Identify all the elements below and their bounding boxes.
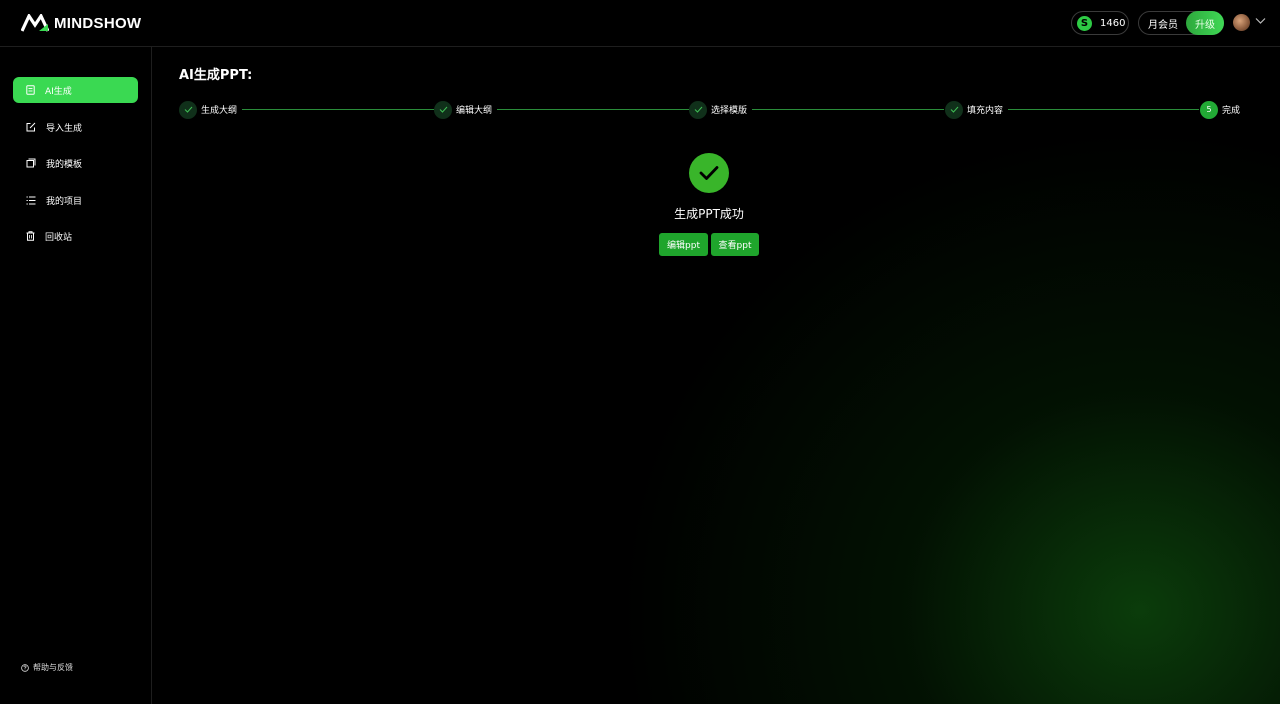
help-icon bbox=[21, 663, 29, 672]
sidebar-item-label: AI生成 bbox=[45, 86, 72, 97]
step-connector bbox=[494, 109, 689, 110]
membership-badge: 升级 月会员 升级 bbox=[1138, 11, 1224, 35]
help-feedback-link[interactable]: 帮助与反馈 bbox=[21, 662, 73, 673]
coin-icon: S bbox=[1077, 15, 1092, 31]
step-check-icon bbox=[945, 100, 963, 119]
step-label: 填充内容 bbox=[967, 106, 1004, 116]
trash-icon bbox=[26, 231, 35, 241]
step-connector bbox=[239, 109, 434, 110]
success-message: 生成PPT成功 bbox=[674, 207, 744, 221]
success-check-icon bbox=[689, 153, 729, 193]
sidebar-item-label: 我的项目 bbox=[46, 196, 83, 207]
logo-text: MINDSHOW bbox=[54, 14, 142, 32]
avatar[interactable] bbox=[1233, 14, 1250, 31]
edit-ppt-button[interactable]: 编辑ppt bbox=[659, 233, 708, 256]
coin-balance[interactable]: S 1460 bbox=[1071, 11, 1129, 35]
document-icon bbox=[26, 85, 35, 95]
sidebar-item-label: 导入生成 bbox=[46, 123, 83, 134]
step-number: 5 bbox=[1200, 100, 1218, 119]
page-title: AI生成PPT: bbox=[179, 68, 253, 83]
progress-steps: 生成大纲 编辑大纲 选择模版 填充内容 5 完成 bbox=[179, 100, 1241, 119]
step-connector bbox=[1004, 109, 1199, 110]
step-1: 生成大纲 bbox=[179, 100, 243, 119]
sidebar-item-trash[interactable]: 回收站 bbox=[13, 223, 138, 249]
sidebar-item-ai-generate[interactable]: AI生成 bbox=[13, 77, 138, 103]
sidebar-item-projects[interactable]: 我的项目 bbox=[13, 187, 138, 213]
step-label: 编辑大纲 bbox=[456, 106, 493, 116]
step-2: 编辑大纲 bbox=[434, 100, 498, 119]
upgrade-button[interactable]: 升级 bbox=[1186, 11, 1224, 35]
top-bar: MINDSHOW S 1460 升级 月会员 升级 bbox=[0, 0, 1280, 47]
import-icon bbox=[26, 122, 36, 132]
view-ppt-button[interactable]: 查看ppt bbox=[711, 233, 759, 256]
step-3: 选择模版 bbox=[689, 100, 753, 119]
help-label: 帮助与反馈 bbox=[33, 663, 73, 672]
step-check-icon bbox=[179, 100, 197, 119]
step-check-icon bbox=[434, 100, 452, 119]
sidebar-item-import[interactable]: 导入生成 bbox=[13, 114, 138, 140]
sidebar: AI生成 导入生成 我的模板 我的项目 回收站 帮助与反馈 bbox=[0, 47, 152, 704]
logo[interactable]: MINDSHOW bbox=[21, 12, 141, 34]
list-icon bbox=[26, 196, 36, 204]
sidebar-item-label: 回收站 bbox=[45, 232, 73, 243]
membership-type: 月会员 bbox=[1148, 19, 1178, 31]
template-icon bbox=[26, 158, 36, 168]
logo-mark-icon bbox=[21, 14, 49, 32]
step-check-icon bbox=[689, 100, 707, 119]
step-label: 生成大纲 bbox=[201, 106, 238, 116]
chevron-down-icon[interactable] bbox=[1255, 17, 1266, 25]
step-connector bbox=[749, 109, 944, 110]
step-label: 选择模版 bbox=[711, 106, 748, 116]
sidebar-item-label: 我的模板 bbox=[46, 159, 83, 170]
step-4: 填充内容 bbox=[945, 100, 1009, 119]
step-label: 完成 bbox=[1222, 106, 1241, 116]
step-5: 5 完成 bbox=[1200, 100, 1241, 119]
sidebar-item-templates[interactable]: 我的模板 bbox=[13, 150, 138, 176]
coin-value: 1460 bbox=[1100, 17, 1126, 29]
